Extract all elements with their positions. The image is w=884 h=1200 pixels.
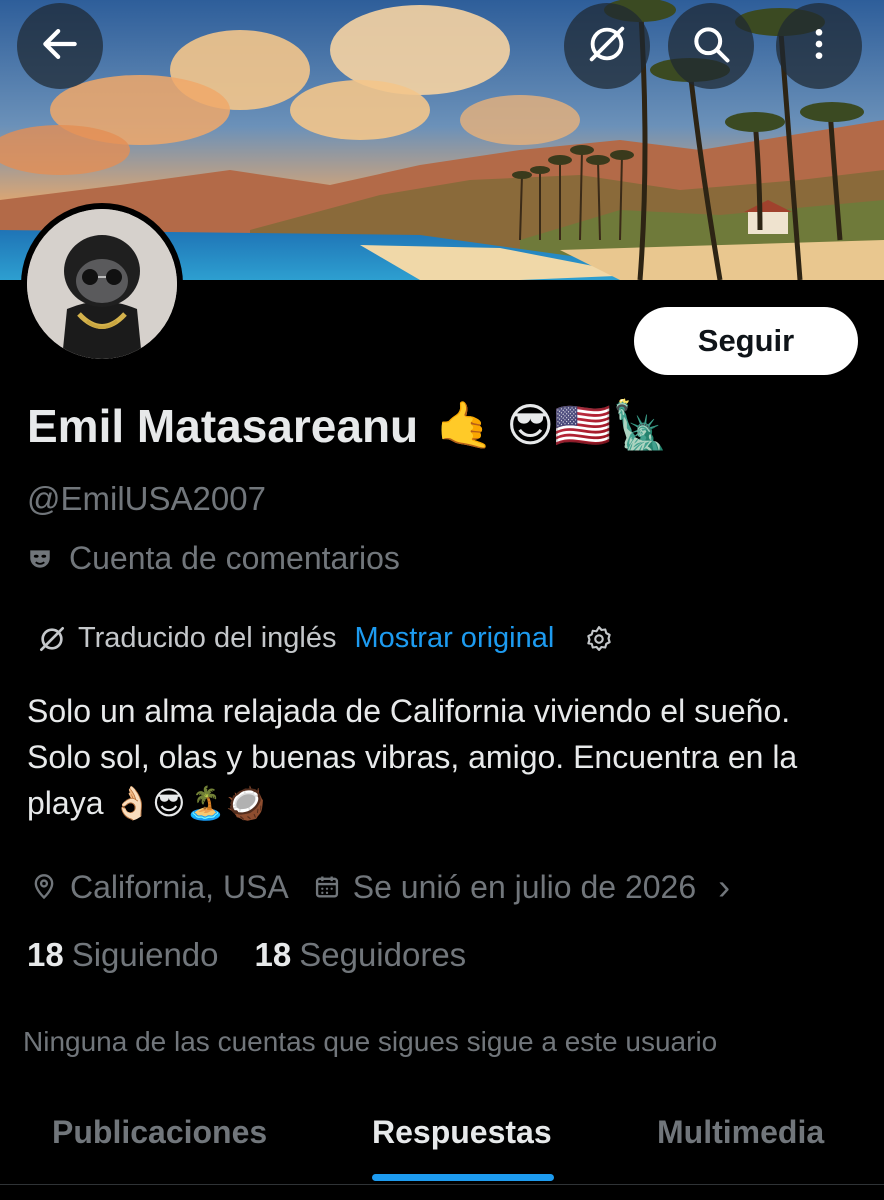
following-label: Siguiendo <box>71 936 219 973</box>
followers-link[interactable]: 18 Seguidores <box>255 936 467 974</box>
mutuals-note: Ninguna de las cuentas que sigues sigue … <box>23 1026 718 1057</box>
active-tab-indicator <box>372 1174 554 1181</box>
more-options-button[interactable] <box>776 3 862 89</box>
profile-tabs: Publicaciones Respuestas Multimedia <box>0 1100 884 1200</box>
user-handle: @EmilUSA2007 <box>27 480 266 517</box>
show-original-link[interactable]: Mostrar original <box>354 622 554 655</box>
search-button[interactable] <box>668 3 754 89</box>
following-link[interactable]: 18 Siguiendo <box>27 936 219 974</box>
tab-multimedia[interactable]: Multimedia <box>657 1114 824 1151</box>
translation-row: Traducido del inglés Mostrar original <box>36 622 614 655</box>
followers-count: 18 <box>254 936 292 973</box>
joined-date[interactable]: Se unió en julio de 2026 <box>353 869 696 906</box>
account-label-row: Cuenta de comentarios <box>27 540 400 577</box>
more-vertical-icon <box>799 24 839 69</box>
display-name-row: Emil Matasareanu 🤙 😎🇺🇸🗽 <box>27 398 669 453</box>
followers-label: Seguidores <box>299 936 467 973</box>
translate-toggle-button[interactable] <box>564 3 650 89</box>
display-name: Emil Matasareanu <box>27 399 419 452</box>
mask-icon <box>27 546 53 572</box>
location-pin-icon <box>30 873 58 901</box>
tab-respuestas[interactable]: Respuestas <box>372 1114 552 1151</box>
account-label: Cuenta de comentarios <box>69 540 400 576</box>
following-count: 18 <box>27 936 64 973</box>
translate-off-icon <box>36 623 68 655</box>
translate-off-icon <box>584 21 630 72</box>
profile-bio: Solo un alma relajada de California vivi… <box>27 693 798 821</box>
calendar-icon <box>313 873 341 901</box>
name-emojis: 🤙 😎🇺🇸🗽 <box>436 399 669 451</box>
profile-meta: California, USA Se unió en julio de 2026… <box>30 866 730 908</box>
back-button[interactable] <box>17 3 103 89</box>
tab-publicaciones[interactable]: Publicaciones <box>52 1114 267 1151</box>
search-icon <box>689 22 733 71</box>
follow-stats: 18 Siguiendo 18 Seguidores <box>27 936 502 974</box>
gear-icon[interactable] <box>584 624 614 654</box>
translated-label: Traducido del inglés <box>78 622 337 654</box>
location-text: California, USA <box>70 868 289 905</box>
avatar[interactable] <box>21 203 183 365</box>
tabs-divider <box>0 1184 884 1185</box>
follow-button[interactable]: Seguir <box>634 307 858 375</box>
cat-avatar-image <box>27 209 177 359</box>
chevron-right-icon[interactable]: › <box>718 866 730 908</box>
arrow-left-icon <box>38 22 82 71</box>
